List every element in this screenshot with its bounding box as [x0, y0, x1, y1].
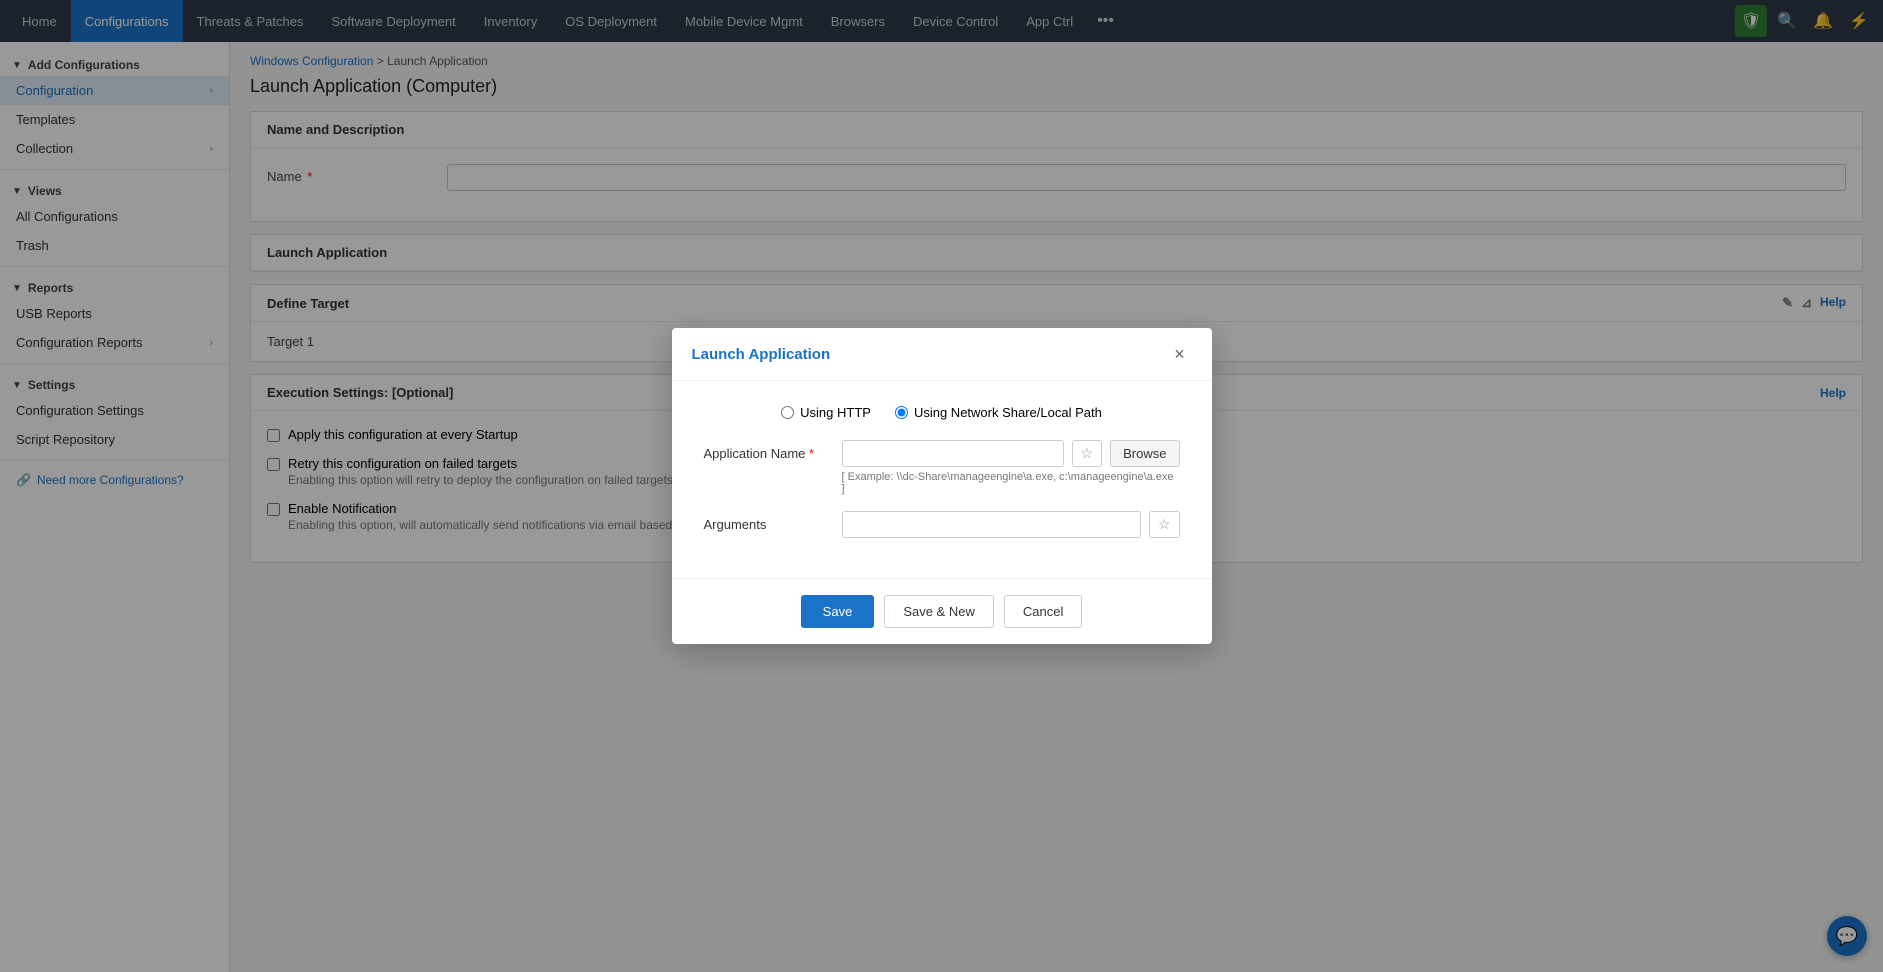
modal-close-button[interactable]: × [1168, 342, 1192, 366]
modal-footer: Save Save & New Cancel [672, 578, 1212, 644]
save-button[interactable]: Save [801, 595, 875, 628]
app-name-field: Application Name * ☆ Browse [ Example: \… [704, 440, 1180, 495]
modal-title: Launch Application [692, 346, 831, 363]
arguments-input[interactable] [842, 511, 1141, 538]
arguments-star-button[interactable]: ☆ [1149, 511, 1180, 538]
arguments-row: Arguments ☆ [704, 511, 1180, 538]
radio-http-label: Using HTTP [800, 405, 871, 420]
cancel-button[interactable]: Cancel [1004, 595, 1082, 628]
save-new-button[interactable]: Save & New [884, 595, 994, 628]
app-name-star-button[interactable]: ☆ [1072, 440, 1103, 467]
app-name-label: Application Name * [704, 446, 834, 461]
app-name-required: * [809, 446, 814, 461]
modal-body: Using HTTP Using Network Share/Local Pat… [672, 381, 1212, 578]
radio-network-input[interactable] [895, 406, 908, 419]
arguments-field: Arguments ☆ [704, 511, 1180, 538]
modal-overlay: Launch Application × Using HTTP Using Ne… [0, 0, 1883, 972]
arguments-label: Arguments [704, 517, 834, 532]
radio-http-input[interactable] [781, 406, 794, 419]
radio-network-option[interactable]: Using Network Share/Local Path [895, 405, 1102, 420]
browse-button[interactable]: Browse [1110, 440, 1179, 467]
radio-network-label: Using Network Share/Local Path [914, 405, 1102, 420]
app-name-row: Application Name * ☆ Browse [704, 440, 1180, 467]
app-name-input[interactable] [842, 440, 1064, 467]
radio-http-option[interactable]: Using HTTP [781, 405, 871, 420]
launch-application-modal: Launch Application × Using HTTP Using Ne… [672, 328, 1212, 644]
modal-header: Launch Application × [672, 328, 1212, 381]
radio-group: Using HTTP Using Network Share/Local Pat… [704, 405, 1180, 420]
app-name-hint: [ Example: \\dc-Share\manageengine\a.exe… [842, 471, 1180, 495]
